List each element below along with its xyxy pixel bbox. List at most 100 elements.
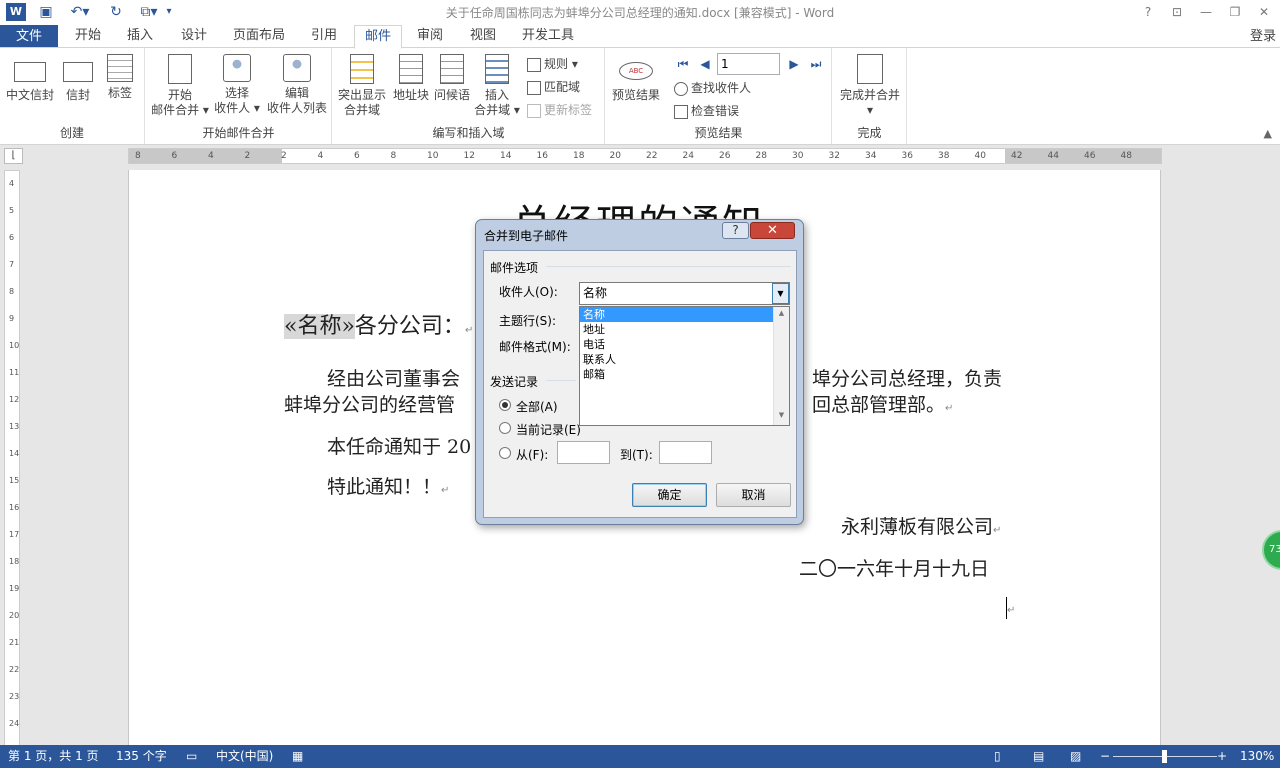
highlight-label-1: 突出显示 [337, 88, 386, 102]
ribbon-tabs: 文件 开始 插入 设计 页面布局 引用 邮件 审阅 视图 开发工具 登录 [0, 25, 1280, 49]
macro-icon[interactable]: ▦ [292, 745, 303, 768]
print-layout-icon[interactable]: ▤ [1033, 745, 1044, 768]
tab-home[interactable]: 开始 [66, 25, 110, 49]
collapse-ribbon-icon[interactable]: ▲ [1264, 127, 1272, 140]
dropdown-option[interactable]: 地址 [580, 322, 773, 337]
select-recipients-button[interactable]: 选择 收件人 ▾ [212, 54, 262, 116]
finish-merge-button[interactable]: 完成并合并 ▾ [836, 54, 904, 118]
recipient-dropdown-list[interactable]: 名称 地址 电话 联系人 邮箱 ▲ ▼ [579, 306, 790, 426]
find-recipient-button[interactable]: 查找收件人 [674, 78, 751, 98]
ok-button[interactable]: 确定 [632, 483, 707, 507]
dropdown-option[interactable]: 邮箱 [580, 367, 773, 382]
help-icon[interactable]: ? [1139, 3, 1157, 21]
from-input[interactable] [557, 441, 610, 464]
ribbon-display-icon[interactable]: ⊡ [1168, 3, 1186, 21]
update-labels-button[interactable]: 更新标签 [527, 100, 592, 120]
address-block-button[interactable]: 地址块 [391, 54, 431, 103]
dropdown-option[interactable]: 名称 [580, 307, 773, 322]
start-mail-merge-button[interactable]: 开始 邮件合并 ▾ [150, 54, 210, 118]
dropdown-option[interactable]: 电话 [580, 337, 773, 352]
horizontal-ruler[interactable]: 8 6 4 2 2 4 6 8 10 12 14 16 18 20 22 24 26 28 30 32 34 36 38 40… [128, 148, 1162, 164]
tab-stop-selector-icon[interactable]: ⌊ [4, 148, 23, 164]
radio-all-label[interactable]: 全部(A) [516, 398, 558, 415]
word-count[interactable]: 135 个字 [116, 745, 167, 768]
tab-design[interactable]: 设计 [172, 25, 216, 49]
scroll-down-icon[interactable]: ▼ [774, 411, 789, 419]
zoom-slider-thumb[interactable] [1162, 750, 1167, 763]
radio-from-label[interactable]: 从(F): [516, 446, 548, 463]
page-count[interactable]: 第 1 页，共 1 页 [8, 745, 99, 768]
tab-mailings[interactable]: 邮件 [354, 25, 402, 49]
labels-button[interactable]: 标签 [102, 54, 138, 101]
group-start-merge: 开始 邮件合并 ▾ 选择 收件人 ▾ 编辑 收件人列表 开始邮件合并 [146, 48, 332, 144]
zoom-in-icon[interactable]: + [1217, 745, 1227, 768]
group-label-finish: 完成 [857, 126, 882, 140]
insert-merge-field-button[interactable]: 插入 合并域 ▾ [472, 54, 522, 118]
preview-results-button[interactable]: ABC 预览结果 [608, 54, 664, 103]
tab-insert[interactable]: 插入 [118, 25, 162, 49]
check-errors-button[interactable]: 检查错误 [674, 101, 739, 121]
envelope-button[interactable]: 信封 [60, 54, 96, 103]
dialog-title: 合并到电子邮件 [484, 229, 569, 243]
floating-badge[interactable]: 73 [1262, 530, 1280, 570]
zoom-level[interactable]: 130% [1240, 745, 1274, 768]
vertical-ruler[interactable]: 4 5 6 7 8 9 10 11 12 13 14 15 16 17 18 19 20 21 22 23 24 [4, 170, 20, 746]
match-fields-button[interactable]: 匹配域 [527, 77, 580, 97]
first-record-icon[interactable]: ⏮ [676, 57, 690, 71]
restore-icon[interactable]: ❐ [1226, 3, 1244, 21]
dropdown-option[interactable]: 联系人 [580, 352, 773, 367]
ruler-tick-label: 16 [536, 151, 548, 161]
ruler-tick-label: 12 [463, 151, 475, 161]
highlight-merge-fields-button[interactable]: 突出显示 合并域 [335, 54, 389, 118]
next-record-icon[interactable]: ▶ [787, 57, 801, 71]
tab-developer[interactable]: 开发工具 [515, 25, 581, 49]
vruler-tick-label: 12 [9, 395, 20, 404]
labels-icon [107, 54, 133, 82]
chevron-down-icon[interactable]: ▼ [772, 283, 789, 304]
scroll-up-icon[interactable]: ▲ [774, 309, 789, 317]
ruler-tick-label: 10 [427, 151, 439, 161]
vruler-tick-label: 13 [9, 422, 20, 431]
merge-field-name[interactable]: «名称» [284, 314, 355, 339]
radio-from[interactable] [499, 447, 511, 459]
send-records-divider [546, 380, 576, 381]
paragraph-mark: ↵ [464, 325, 474, 336]
previous-record-icon[interactable]: ◀ [698, 57, 712, 71]
close-window-icon[interactable]: ✕ [1255, 3, 1273, 21]
tab-file[interactable]: 文件 [0, 25, 58, 48]
web-layout-icon[interactable]: ▨ [1070, 745, 1081, 768]
read-mode-icon[interactable]: ▯ [994, 745, 1001, 768]
edit-recipient-list-button[interactable]: 编辑 收件人列表 [264, 54, 330, 116]
zoom-out-icon[interactable]: − [1100, 745, 1110, 768]
paragraph-mark: ↵ [945, 403, 954, 414]
minimize-icon[interactable]: — [1197, 3, 1215, 21]
tab-review[interactable]: 审阅 [408, 25, 452, 49]
radio-current-label[interactable]: 当前记录(E) [516, 421, 581, 438]
recipient-combo[interactable]: 名称 ▼ [579, 282, 790, 305]
proofing-icon[interactable]: ▭ [186, 745, 197, 768]
dialog-close-button[interactable]: ✕ [750, 222, 795, 239]
last-record-icon[interactable]: ⏭ [809, 57, 823, 71]
record-number-input[interactable]: 1 [717, 53, 780, 75]
dropdown-scrollbar[interactable]: ▲ ▼ [773, 307, 789, 425]
radio-current[interactable] [499, 422, 511, 434]
finish-merge-arrow: ▾ [866, 103, 874, 117]
greeting-line-button[interactable]: 问候语 [432, 54, 472, 103]
login-link[interactable]: 登录 [1250, 25, 1276, 48]
rules-button[interactable]: 规则 ▾ [527, 54, 578, 74]
company-name: 永利薄板有限公司 [841, 516, 994, 538]
select-recipients-icon [223, 54, 251, 82]
vruler-tick-label: 23 [9, 692, 20, 701]
check-errors-label: 检查错误 [691, 104, 740, 118]
language[interactable]: 中文(中国) [216, 745, 273, 768]
radio-all[interactable] [499, 399, 511, 411]
to-input[interactable] [659, 441, 712, 464]
cancel-button[interactable]: 取消 [716, 483, 791, 507]
tab-view[interactable]: 视图 [461, 25, 505, 49]
company-line: 永利薄板有限公司↵ [841, 512, 1001, 539]
preview-results-label: 预览结果 [611, 88, 660, 102]
tab-references[interactable]: 引用 [302, 25, 346, 49]
chinese-envelope-button[interactable]: 中文信封 [4, 54, 56, 103]
tab-page-layout[interactable]: 页面布局 [226, 25, 292, 49]
dialog-help-button[interactable]: ? [722, 222, 749, 239]
